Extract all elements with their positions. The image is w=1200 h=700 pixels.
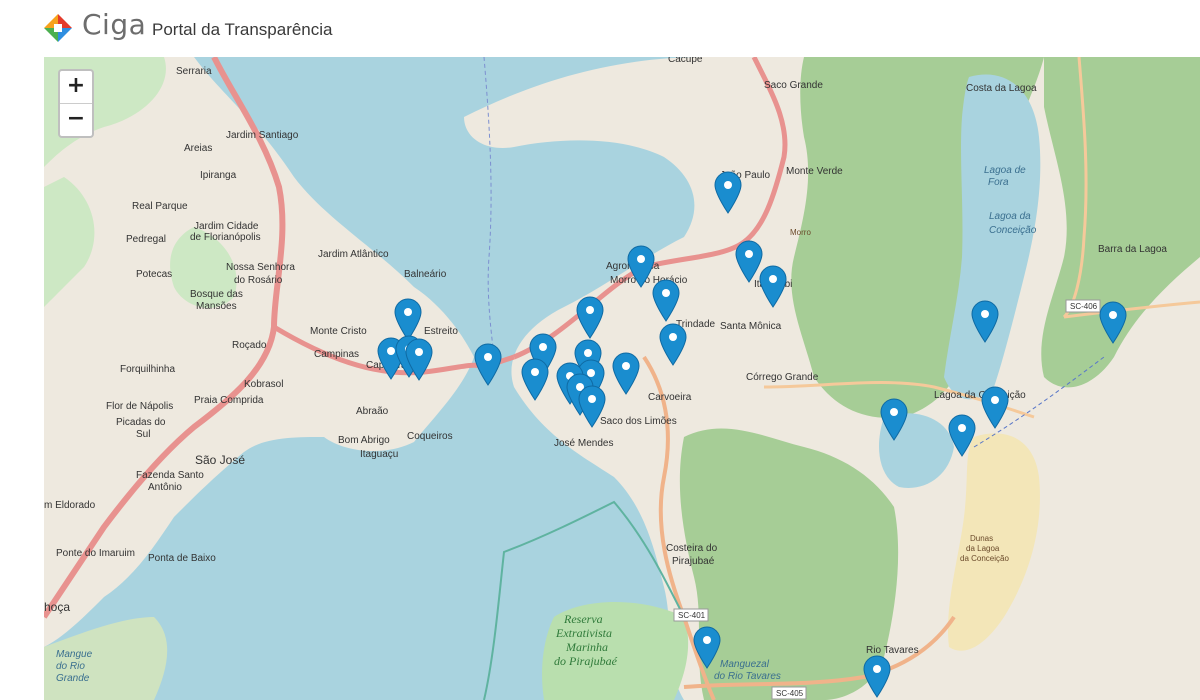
label-lagoa-da: Lagoa da [989, 211, 1031, 222]
label-marinha: Marinha [565, 640, 608, 654]
label-mansoes: Mansões [196, 301, 237, 312]
label-fora: Fora [988, 177, 1009, 188]
label-jardim-cidade: Jardim Cidade [194, 221, 259, 232]
label-picadas-do: Picadas do [116, 417, 166, 428]
label-carvoeira: Carvoeira [648, 392, 692, 403]
label-jardim-atlantico: Jardim Atlântico [318, 249, 389, 260]
label-dunas: Dunas [970, 534, 993, 543]
label-ponta-de-baixo: Ponta de Baixo [148, 553, 216, 564]
map-tiles: Serraria Jardim Santiago Areias Ipiranga… [44, 57, 1200, 700]
label-pirajuba: Pirajubaé [672, 556, 715, 567]
label-ponte-do-imaruim: Ponte do Imaruim [56, 548, 135, 559]
label-antonio: Antônio [148, 482, 182, 493]
label-lagoa-da-conceicao: Lagoa da Conceição [934, 390, 1026, 401]
label-palhoca: hoça [44, 600, 70, 614]
shield-sc401: SC-401 [678, 611, 706, 620]
label-costa-da-lagoa: Costa da Lagoa [966, 83, 1037, 94]
label-fazenda-santo: Fazenda Santo [136, 470, 204, 481]
label-monte-verde: Monte Verde [786, 166, 843, 177]
label-jardim-santiago: Jardim Santiago [226, 130, 299, 141]
shield-sc406: SC-406 [1070, 302, 1098, 311]
label-real-parque: Real Parque [132, 201, 188, 212]
label-ipiranga: Ipiranga [200, 170, 237, 181]
label-corrego-grande: Córrego Grande [746, 372, 819, 383]
label-bosque-das: Bosque das [190, 289, 243, 300]
label-de-florianopolis: de Florianópolis [190, 232, 261, 243]
label-itaguacu: Itaguaçu [360, 449, 398, 460]
label-rocado: Roçado [232, 340, 267, 351]
label-monte-cristo: Monte Cristo [310, 326, 367, 337]
zoom-out-button[interactable]: − [60, 103, 92, 136]
label-nossa-senhora: Nossa Senhora [226, 262, 295, 273]
shield-sc405: SC-405 [776, 689, 804, 698]
label-abraao: Abraão [356, 406, 389, 417]
label-saco-dos-limoes: Saco dos Limões [600, 416, 677, 427]
label-manguezal: Manguezal [720, 659, 770, 670]
ciga-logo-icon [44, 14, 72, 42]
page-title: Portal da Transparência [152, 20, 333, 39]
label-jardim-eldorado: m Eldorado [44, 500, 96, 511]
label-do-rosario: do Rosário [234, 275, 283, 286]
label-bom-abrigo: Bom Abrigo [338, 435, 390, 446]
label-coqueiros: Coqueiros [407, 431, 453, 442]
label-mangue: Mangue [56, 649, 93, 660]
map-view[interactable]: Serraria Jardim Santiago Areias Ipiranga… [44, 57, 1200, 700]
label-morro-fortaleza: Morro [790, 228, 811, 237]
label-da-conceicao-dunas: da Conceição [960, 554, 1009, 563]
label-saco-grande: Saco Grande [764, 80, 823, 91]
label-serraria: Serraria [176, 66, 212, 77]
label-potecas: Potecas [136, 269, 172, 280]
label-rio-tavares: Rio Tavares [866, 645, 919, 656]
label-conceicao-water: Conceição [989, 225, 1037, 236]
header-bar: Ciga Portal da Transparência [0, 0, 1200, 57]
label-cacupe: Cacupé [668, 57, 703, 65]
label-forquilhinha: Forquilhinha [120, 364, 175, 375]
label-do-rio: do Rio [56, 661, 85, 672]
label-barra-da-lagoa: Barra da Lagoa [1098, 244, 1167, 255]
zoom-in-button[interactable]: + [60, 71, 92, 103]
label-extrativista: Extrativista [555, 626, 612, 640]
label-estreito: Estreito [424, 326, 458, 337]
label-praia-comprida: Praia Comprida [194, 395, 264, 406]
label-da-lagoa: da Lagoa [966, 544, 1000, 553]
label-pedregal: Pedregal [126, 234, 166, 245]
label-areias: Areias [184, 143, 212, 154]
label-santa-monica: Santa Mônica [720, 321, 782, 332]
label-balneario: Balneário [404, 269, 447, 280]
label-flor-de-napolis: Flor de Nápolis [106, 401, 173, 412]
label-sao-jose: São José [195, 453, 245, 467]
label-costeira-do: Costeira do [666, 543, 718, 554]
brand-name: Ciga [82, 8, 147, 41]
label-lagoa-de: Lagoa de [984, 165, 1026, 176]
label-campinas: Campinas [314, 349, 359, 360]
label-jose-mendes: José Mendes [554, 438, 613, 449]
zoom-control: + − [58, 69, 94, 138]
label-sul: Sul [136, 429, 150, 440]
label-do-rio-tavares: do Rio Tavares [714, 671, 781, 682]
label-do-pirajuba: do Pirajubaé [554, 654, 618, 668]
label-reserva: Reserva [563, 612, 603, 626]
label-kobrasol: Kobrasol [244, 379, 283, 390]
label-grande: Grande [56, 673, 90, 684]
